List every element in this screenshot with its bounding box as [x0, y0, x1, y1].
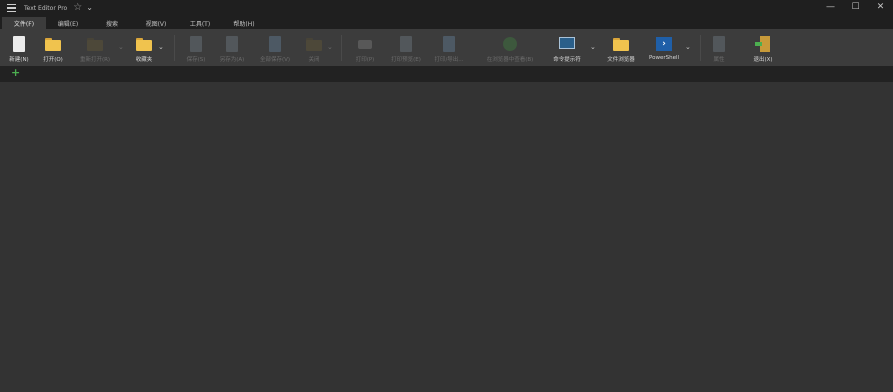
print-button[interactable]: 打印(P): [350, 31, 380, 65]
file-explorer-label: 文件浏览器: [607, 57, 635, 63]
document-tab-bar: +: [0, 66, 893, 82]
print-settings-label: 打印/导出...: [434, 57, 464, 63]
exit-button[interactable]: 退出(X): [749, 31, 777, 65]
save-all-label: 全部保存(V): [259, 57, 291, 63]
title-bar: Text Editor Pro ☆ ⌄ — ☐ ✕: [0, 0, 893, 16]
tab-search[interactable]: 搜索: [90, 17, 134, 29]
close-folder-icon: [306, 36, 322, 52]
print-preview-icon: [398, 36, 414, 52]
close-button[interactable]: ✕: [868, 0, 893, 14]
print-settings-button[interactable]: 打印/导出...: [429, 31, 469, 65]
app-title: Text Editor Pro: [24, 4, 68, 12]
command-prompt-dropdown-icon[interactable]: ⌄: [590, 43, 596, 51]
save-icon: [188, 36, 204, 52]
window-controls: — ☐ ✕: [818, 0, 893, 14]
menu-tab-bar: 文件(F) 编辑(E) 搜索 视图(V) 工具(T) 帮助(H): [0, 16, 893, 29]
open-in-browser-button[interactable]: 在浏览器中查看(B): [478, 31, 542, 65]
save-as-button[interactable]: 另存为(A): [214, 31, 250, 65]
close-file-button[interactable]: 关闭: [300, 31, 328, 65]
favorites-label: 收藏夹: [135, 57, 153, 63]
tab-tools[interactable]: 工具(T): [178, 17, 222, 29]
editor-area[interactable]: [0, 82, 893, 392]
separator: [174, 35, 175, 61]
powershell-icon: ›: [656, 36, 672, 52]
tab-view[interactable]: 视图(V): [134, 17, 178, 29]
globe-icon: [502, 36, 518, 52]
open-button[interactable]: 打开(O): [38, 31, 68, 65]
save-as-icon: [224, 36, 240, 52]
tab-help[interactable]: 帮助(H): [222, 17, 266, 29]
tab-file[interactable]: 文件(F): [2, 17, 46, 29]
properties-label: 属性: [713, 57, 725, 63]
powershell-label: PowerShell: [648, 55, 680, 61]
save-all-icon: [267, 36, 283, 52]
save-button[interactable]: 保存(S): [181, 31, 211, 65]
properties-icon: [711, 36, 727, 52]
powershell-button[interactable]: › PowerShell: [646, 31, 682, 65]
star-icon[interactable]: ☆: [73, 3, 82, 13]
menu-icon[interactable]: [7, 3, 16, 13]
close-label: 关闭: [308, 57, 320, 63]
reopen-button[interactable]: 重新打开(R): [74, 31, 116, 65]
close-dropdown-icon[interactable]: ⌄: [327, 43, 333, 51]
minimize-button[interactable]: —: [818, 0, 843, 14]
favorites-dropdown-icon[interactable]: ⌄: [158, 43, 164, 51]
command-prompt-label: 命令提示符: [553, 57, 581, 63]
favorites-button[interactable]: 收藏夹: [128, 31, 160, 65]
command-prompt-icon: [559, 36, 575, 52]
print-preview-button[interactable]: 打印预览(E): [386, 31, 426, 65]
exit-label: 退出(X): [753, 57, 773, 63]
file-explorer-folder-icon: [613, 36, 629, 52]
favorites-folder-icon: [136, 36, 152, 52]
open-folder-icon: [45, 36, 61, 52]
chevron-down-icon[interactable]: ⌄: [86, 4, 93, 12]
print-settings-icon: [441, 36, 457, 52]
reopen-label: 重新打开(R): [79, 57, 111, 63]
file-explorer-button[interactable]: 文件浏览器: [601, 31, 641, 65]
open-label: 打开(O): [43, 57, 63, 63]
separator: [700, 35, 701, 61]
tab-edit[interactable]: 编辑(E): [46, 17, 90, 29]
open-in-browser-label: 在浏览器中查看(B): [486, 57, 534, 63]
ribbon-toolbar: 新建(N) 打开(O) 重新打开(R) ⌄ 收藏夹 ⌄ 保存(S) 另存为(A)…: [0, 29, 893, 66]
save-label: 保存(S): [186, 57, 206, 63]
printer-icon: [357, 36, 373, 52]
powershell-dropdown-icon[interactable]: ⌄: [685, 43, 691, 51]
properties-button[interactable]: 属性: [706, 31, 732, 65]
exit-icon: [755, 36, 771, 52]
command-prompt-button[interactable]: 命令提示符: [546, 31, 588, 65]
separator: [341, 35, 342, 61]
reopen-dropdown-icon[interactable]: ⌄: [118, 43, 124, 51]
print-label: 打印(P): [355, 57, 375, 63]
save-as-label: 另存为(A): [219, 57, 245, 63]
new-button[interactable]: 新建(N): [6, 31, 32, 65]
new-file-icon: [11, 36, 27, 52]
save-all-button[interactable]: 全部保存(V): [253, 31, 297, 65]
new-label: 新建(N): [9, 57, 29, 63]
maximize-button[interactable]: ☐: [843, 0, 868, 14]
reopen-folder-icon: [87, 36, 103, 52]
print-preview-label: 打印预览(E): [391, 57, 421, 63]
add-tab-icon[interactable]: +: [11, 67, 20, 79]
